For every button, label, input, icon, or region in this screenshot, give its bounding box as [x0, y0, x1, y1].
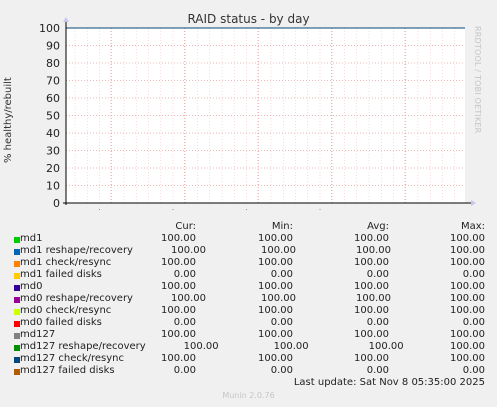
- legend-series-name: md1 check/resync: [20, 257, 112, 268]
- plot-area: 0 10 20 30 40 50 60 70 80 90 100 Fri 00:00 Fri 06:00…: [39, 17, 476, 210]
- legend-value-max: 0.00: [462, 269, 485, 280]
- y-tick-label: 70: [46, 75, 60, 88]
- legend-value-cur: 100.00: [161, 281, 196, 292]
- legend-value-avg: 0.00: [366, 365, 389, 376]
- legend-series-name: md0 check/resync: [20, 305, 112, 316]
- legend-value-avg: 100.00: [354, 257, 389, 268]
- y-tick-label: 20: [46, 162, 60, 175]
- legend-value-min: 100.00: [258, 257, 293, 268]
- legend-value-avg: 100.00: [354, 305, 389, 316]
- legend-value-max: 100.00: [450, 245, 485, 256]
- legend-value-max: 0.00: [462, 365, 485, 376]
- legend-series-name: md0 reshape/recovery: [20, 293, 133, 304]
- legend-value-min: 100.00: [261, 245, 296, 256]
- legend-value-max: 100.00: [450, 353, 485, 364]
- legend-value-max: 100.00: [450, 281, 485, 292]
- legend-value-cur: 100.00: [183, 341, 219, 352]
- x-tick-label: Fri 18:00: [310, 209, 354, 210]
- legend-value-avg: 0.00: [366, 317, 389, 328]
- legend-value-cur: 100.00: [161, 353, 196, 364]
- legend-value-avg: 100.00: [354, 281, 389, 292]
- y-tick-label: 50: [46, 110, 60, 123]
- y-tick-label: 10: [46, 180, 60, 193]
- legend-value-cur: 0.00: [173, 269, 196, 280]
- legend-value-avg: 100.00: [368, 341, 404, 352]
- legend-value-min: 100.00: [258, 233, 293, 244]
- y-axis-arrow: [63, 17, 69, 22]
- legend-value-cur: 0.00: [173, 365, 196, 376]
- legend-series-name: md1 failed disks: [20, 269, 102, 280]
- legend-value-min: 0.00: [270, 317, 293, 328]
- legend-value-avg: 0.00: [366, 269, 389, 280]
- legend-series-name: md127 reshape/recovery: [20, 341, 146, 352]
- munin-graph: RAID status - by day % healthy/rebuilt R…: [0, 0, 497, 407]
- legend-value-max: 100.00: [450, 233, 485, 244]
- legend-value-avg: 100.00: [356, 293, 391, 304]
- legend-series-name: md1: [20, 233, 43, 244]
- y-tick-label: 80: [46, 57, 60, 70]
- legend-value-cur: 100.00: [161, 233, 196, 244]
- legend-value-min: 0.00: [270, 269, 293, 280]
- legend-value-min: 0.00: [270, 365, 293, 376]
- munin-version-footer: Munin 2.0.76: [222, 391, 275, 400]
- legend-series-name: md127 failed disks: [20, 365, 115, 376]
- legend-header-max: Max:: [460, 221, 485, 232]
- legend-value-max: 100.00: [450, 293, 485, 304]
- legend-value-min: 100.00: [258, 353, 293, 364]
- legend-series-name: md127 check/resync: [20, 353, 125, 364]
- legend-value-cur: 100.00: [161, 257, 196, 268]
- last-update-text: Last update: Sat Nov 8 05:35:00 2025: [293, 377, 485, 388]
- x-tick-label: Fri 00:00: [89, 209, 133, 210]
- legend-value-avg: 100.00: [354, 329, 389, 340]
- y-tick-label: 90: [46, 40, 60, 53]
- legend-series-name: md0: [20, 281, 43, 292]
- legend-value-cur: 100.00: [161, 305, 196, 316]
- legend-value-avg: 100.00: [354, 353, 389, 364]
- legend-header-avg: Avg:: [367, 221, 389, 232]
- legend-series-name: md0 failed disks: [20, 317, 102, 328]
- y-tick-label: 100: [39, 22, 60, 35]
- legend-value-min: 100.00: [258, 329, 293, 340]
- legend-header-min: Min:: [271, 221, 293, 232]
- y-tick-label: 30: [46, 145, 60, 158]
- x-tick-label: Sat 00:00: [381, 209, 429, 210]
- y-tick-label: 0: [53, 197, 60, 210]
- legend-value-min: 100.00: [261, 293, 296, 304]
- x-tick-label: Fri 06:00: [163, 209, 207, 210]
- legend-value-min: 100.00: [273, 341, 309, 352]
- x-tick-label: Fri 12:00: [236, 209, 280, 210]
- legend-value-min: 100.00: [258, 305, 293, 316]
- x-axis-arrow: [471, 200, 476, 206]
- legend-value-max: 100.00: [450, 329, 485, 340]
- y-tick-label: 40: [46, 127, 60, 140]
- legend-value-avg: 100.00: [356, 245, 391, 256]
- legend-value-max: 100.00: [450, 257, 485, 268]
- legend-value-max: 0.00: [462, 317, 485, 328]
- legend-value-cur: 100.00: [171, 245, 206, 256]
- legend-header-cur: Cur:: [175, 221, 196, 232]
- legend-value-cur: 0.00: [173, 317, 196, 328]
- legend-series-name: md127: [20, 329, 56, 340]
- legend-value-cur: 100.00: [161, 329, 196, 340]
- legend-value-max: 100.00: [450, 305, 485, 316]
- legend-series-name: md1 reshape/recovery: [20, 245, 133, 256]
- legend-value-cur: 100.00: [171, 293, 206, 304]
- legend-value-max: 100.00: [450, 341, 485, 352]
- legend-value-avg: 100.00: [354, 233, 389, 244]
- y-tick-label: 60: [46, 92, 60, 105]
- legend-value-min: 100.00: [258, 281, 293, 292]
